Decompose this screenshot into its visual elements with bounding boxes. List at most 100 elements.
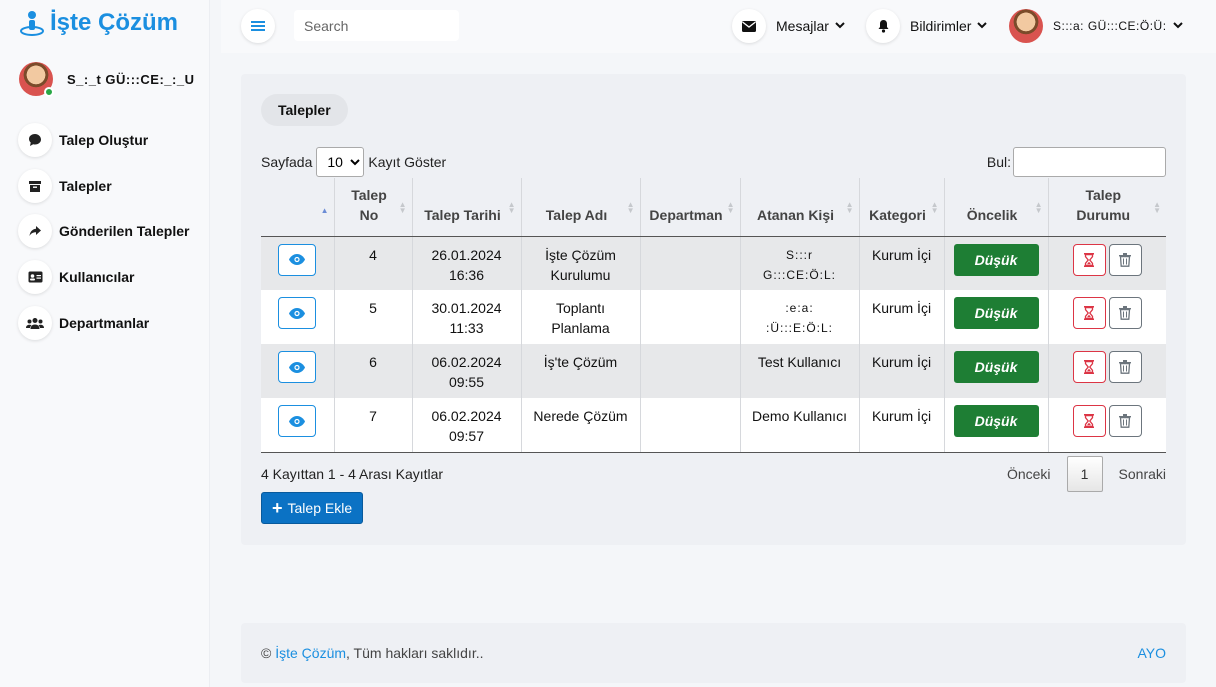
column-header-actions[interactable]: ▲ xyxy=(261,178,334,237)
messages-label: Mesajlar xyxy=(776,18,829,34)
id-card-icon xyxy=(18,260,52,295)
delete-button[interactable] xyxy=(1108,405,1142,437)
department-cell xyxy=(639,344,740,398)
priority-badge[interactable]: Düşük xyxy=(953,297,1039,329)
column-header-assignee[interactable]: Atanan Kişi ▲ ▼ xyxy=(739,178,859,237)
department-cell xyxy=(639,236,740,290)
copyright-symbol: © xyxy=(261,645,272,661)
notifications-dropdown[interactable]: Bildirimler xyxy=(866,9,988,43)
column-header-department[interactable]: Departman ▲ ▼ xyxy=(639,178,740,237)
avatar xyxy=(1009,9,1043,43)
trash-icon xyxy=(1119,252,1132,267)
sidebar-item-talepler[interactable]: Talepler xyxy=(18,168,189,203)
status-cell xyxy=(1047,236,1166,290)
trash-icon xyxy=(1119,306,1132,320)
pending-status-button[interactable] xyxy=(1072,351,1106,383)
priority-cell: Düşük xyxy=(943,398,1048,453)
department-cell xyxy=(639,398,740,453)
priority-badge[interactable]: Düşük xyxy=(953,405,1039,437)
envelope-icon xyxy=(732,9,766,43)
length-suffix: Kayıt Göster xyxy=(368,154,447,170)
sidebar-item-gonderilen-talepler[interactable]: Gönderilen Talepler xyxy=(18,214,189,249)
chevron-down-icon xyxy=(835,20,845,32)
actions-cell xyxy=(261,236,334,290)
trash-icon xyxy=(1119,360,1132,374)
add-request-button[interactable]: + Talep Ekle xyxy=(261,492,364,524)
column-header-label: Talep Durumu xyxy=(1076,186,1131,223)
column-header-category[interactable]: Kategori ▲ ▼ xyxy=(858,178,944,237)
sidebar-item-kullanicilar[interactable]: Kullanıcılar xyxy=(18,260,189,295)
priority-badge[interactable]: Düşük xyxy=(953,351,1039,383)
pagination-next[interactable]: Sonraki xyxy=(1119,466,1166,482)
category-cell: Kurum İçi xyxy=(858,236,944,290)
pending-status-button[interactable] xyxy=(1072,405,1106,437)
assignee-cell: :e:a: :Ü:::E:Ö:L: xyxy=(739,290,859,344)
assignee-cell: Demo Kullanıcı xyxy=(739,398,859,453)
filter-input[interactable] xyxy=(1013,147,1166,177)
sort-icon: ▲ ▼ xyxy=(398,199,407,215)
sidebar-user: S_:_t GÜ:::CE:_:_U xyxy=(19,62,194,97)
column-header-priority[interactable]: Öncelik ▲ ▼ xyxy=(943,178,1048,237)
category-cell: Kurum İçi xyxy=(858,344,944,398)
priority-badge[interactable]: Düşük xyxy=(953,243,1039,276)
sort-asc-icon: ▲ xyxy=(320,205,329,215)
search-input[interactable] xyxy=(294,10,459,41)
chevron-down-icon xyxy=(977,20,988,32)
eye-icon xyxy=(289,361,306,373)
status-cell xyxy=(1047,344,1166,398)
table-info: 4 Kayıttan 1 - 4 Arası Kayıtlar xyxy=(261,466,444,482)
actions-cell xyxy=(261,290,334,344)
view-button[interactable] xyxy=(278,297,317,329)
request-name-cell: Nerede Çözüm xyxy=(520,398,640,453)
hourglass-icon xyxy=(1084,360,1095,374)
delete-button[interactable] xyxy=(1108,297,1142,329)
sidebar-item-label: Departmanlar xyxy=(59,314,150,331)
footer-rights-text: , Tüm hakları saklıdır.. xyxy=(346,645,484,661)
page-length-select[interactable]: 10 xyxy=(316,147,365,177)
column-header-no[interactable]: Talep No ▲ ▼ xyxy=(333,178,412,237)
sidebar-item-departmanlar[interactable]: Departmanlar xyxy=(18,305,189,340)
user-dropdown[interactable]: S:::a: GÜ:::CE:Ö:Ü: xyxy=(1009,9,1183,43)
users-icon xyxy=(18,305,52,340)
messages-dropdown[interactable]: Mesajlar xyxy=(732,9,845,43)
request-name-cell: Toplantı Planlama xyxy=(520,290,640,344)
view-button[interactable] xyxy=(278,405,317,437)
topbar: Mesajlar Bildirimler S:::a: GÜ:::CE:Ö:Ü: xyxy=(221,0,1216,53)
category-cell: Kurum İçi xyxy=(858,290,944,344)
sidebar-item-label: Kullanıcılar xyxy=(59,269,135,286)
length-prefix: Sayfada xyxy=(261,154,313,170)
status-cell xyxy=(1047,398,1166,453)
sidebar-item-talep-olustur[interactable]: Talep Oluştur xyxy=(18,123,189,157)
status-actions xyxy=(1072,351,1142,383)
request-date-cell: 26.01.2024 16:36 xyxy=(411,236,521,290)
pagination-previous[interactable]: Önceki xyxy=(1007,466,1051,482)
view-button[interactable] xyxy=(278,243,317,276)
column-header-label: Departman xyxy=(649,206,723,223)
menu-toggle-button[interactable] xyxy=(241,9,275,43)
delete-button[interactable] xyxy=(1108,351,1142,383)
page-length-control: Sayfada 10 Kayıt Göster xyxy=(261,147,446,177)
brand-logo[interactable]: İşte Çözüm xyxy=(20,9,178,37)
notifications-label: Bildirimler xyxy=(910,18,972,34)
status-actions xyxy=(1072,297,1142,329)
pending-status-button[interactable] xyxy=(1072,243,1106,276)
pagination-page-1[interactable]: 1 xyxy=(1066,456,1103,492)
sort-icon: ▲ ▼ xyxy=(930,199,939,215)
page-title: Talepler xyxy=(261,94,348,126)
footer-right-text: AYO xyxy=(1137,645,1166,661)
priority-cell: Düşük xyxy=(943,236,1048,290)
column-header-name[interactable]: Talep Adı ▲ ▼ xyxy=(520,178,640,237)
eye-icon xyxy=(289,254,306,265)
column-header-label: Talep Adı xyxy=(545,206,608,223)
column-header-date[interactable]: Talep Tarihi ▲ ▼ xyxy=(411,178,521,237)
actions-cell xyxy=(261,344,334,398)
column-header-status[interactable]: Talep Durumu ▲ ▼ xyxy=(1047,178,1166,237)
delete-button[interactable] xyxy=(1108,243,1142,276)
hourglass-icon xyxy=(1084,414,1095,428)
priority-cell: Düşük xyxy=(943,290,1048,344)
view-button[interactable] xyxy=(278,351,317,383)
assignee-cell: Test Kullanıcı xyxy=(739,344,859,398)
footer-brand-link[interactable]: İşte Çözüm xyxy=(275,645,346,661)
trash-icon xyxy=(1119,414,1132,428)
pending-status-button[interactable] xyxy=(1072,297,1106,329)
